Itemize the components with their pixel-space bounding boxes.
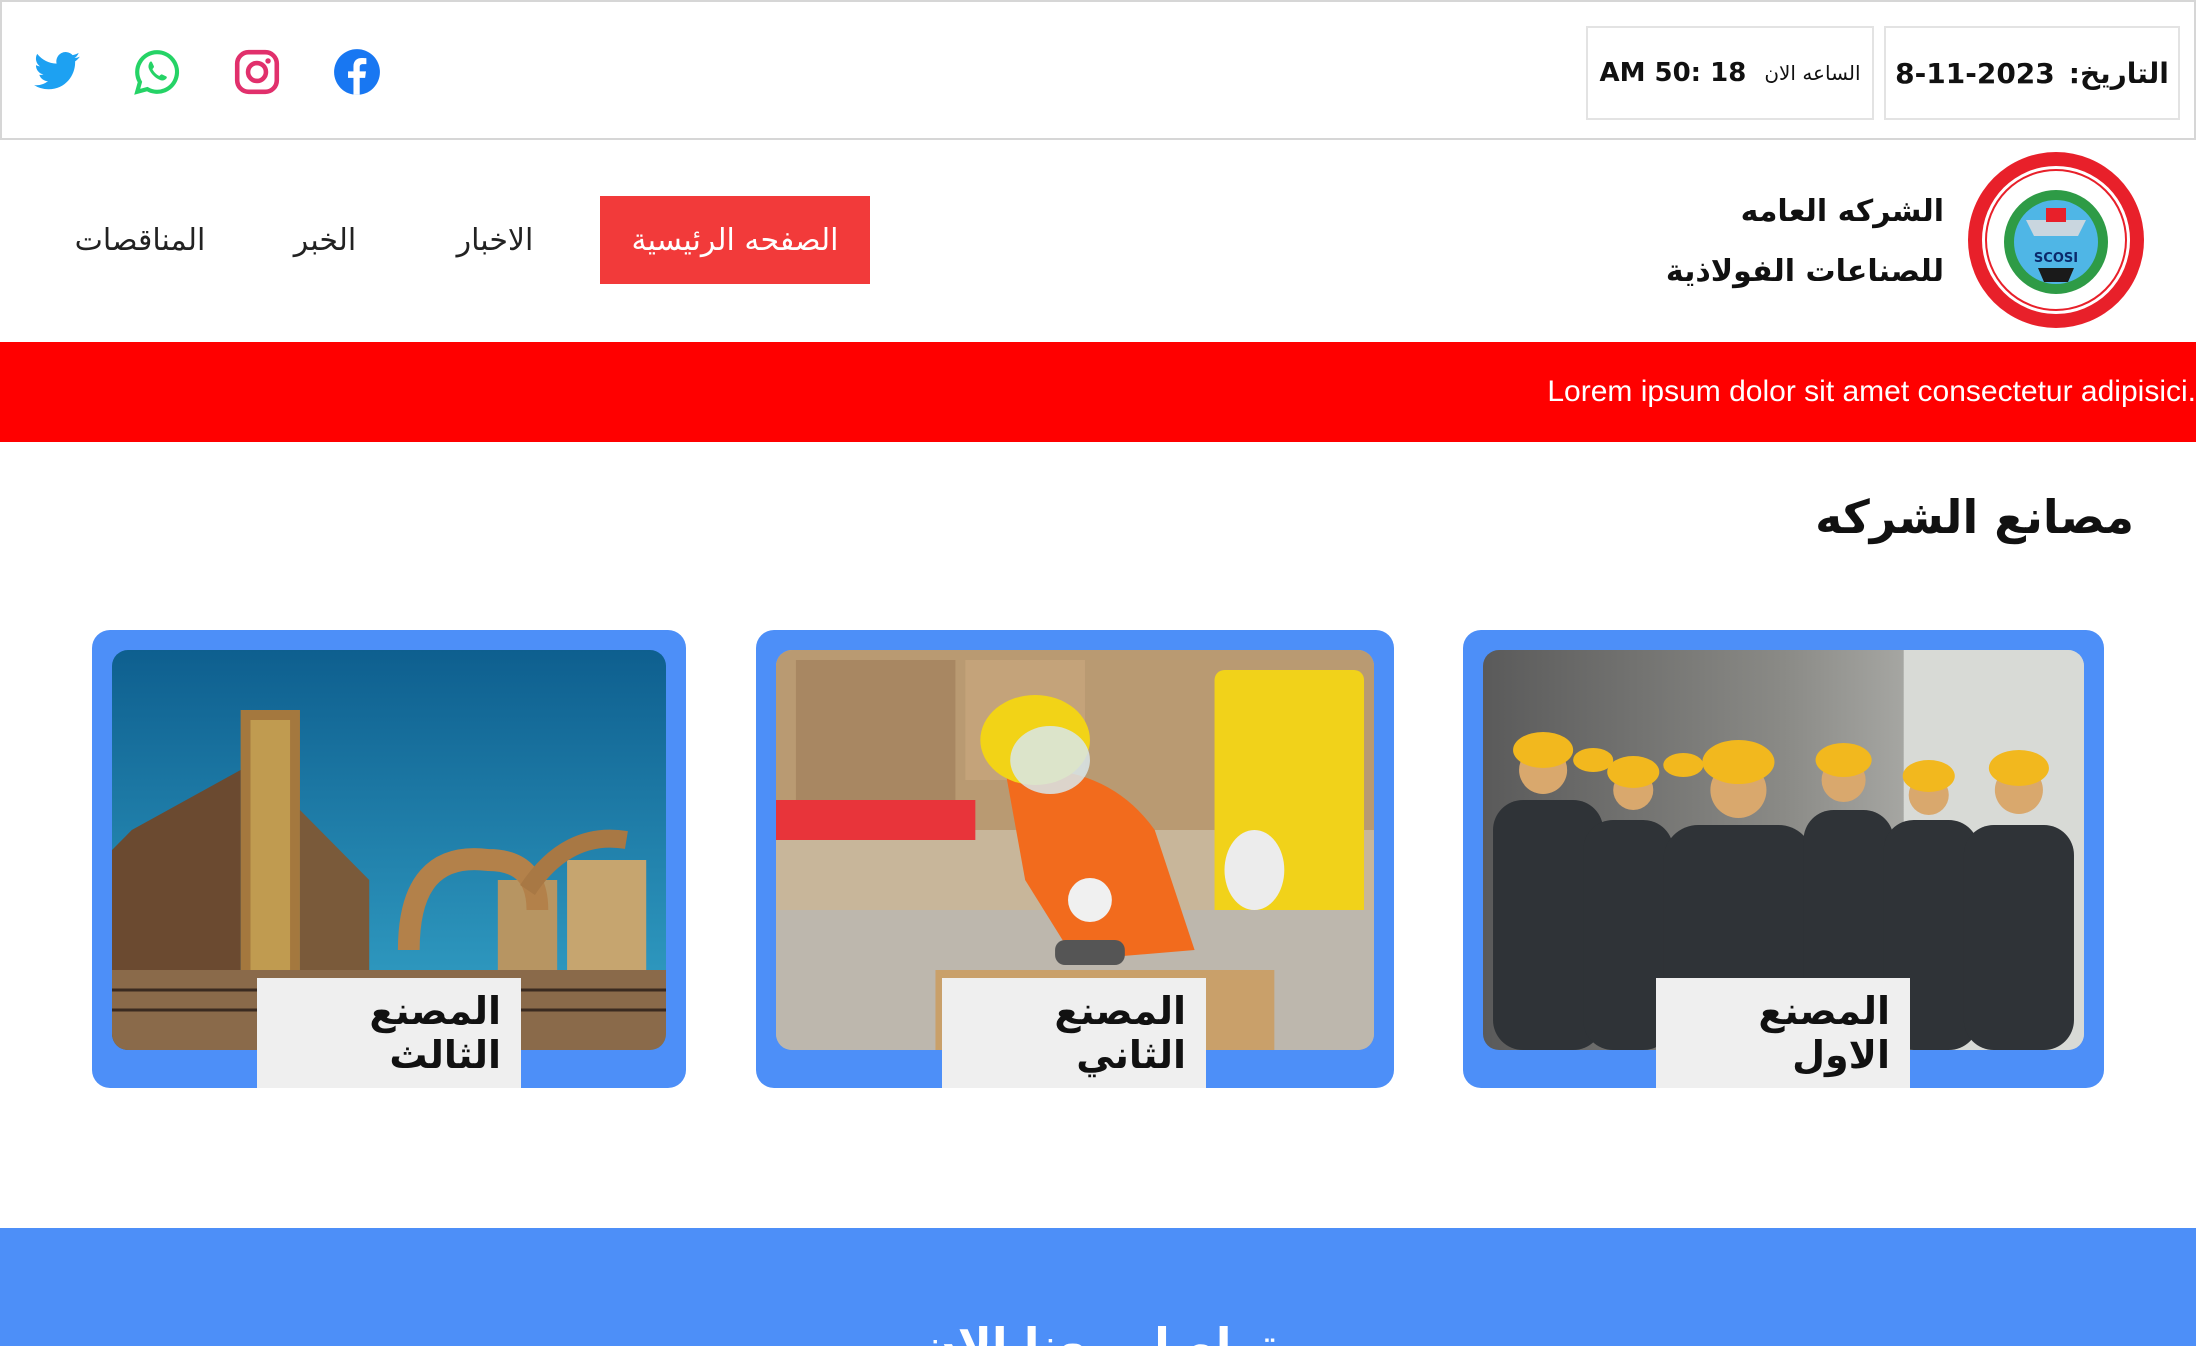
company-logo[interactable]: SCOSI — [1966, 150, 2146, 330]
date-box: التاريخ: 8-11-2023 — [1884, 26, 2180, 120]
logo-text: SCOSI — [2034, 251, 2078, 266]
time-value: AM 50: 18 — [1599, 58, 1747, 88]
top-bar: التاريخ: 8-11-2023 الساعه الان AM 50: 18 — [0, 0, 2196, 140]
factory-card-2[interactable]: المصنع الثاني — [756, 630, 1394, 1088]
social-links — [32, 42, 382, 102]
company-name: الشركه العامه للصناعات الفولاذية — [1666, 182, 1944, 302]
nav-tenders[interactable]: المناقصات — [60, 196, 220, 284]
ticker-text: .Lorem ipsum dolor sit amet consectetur … — [1547, 375, 2196, 408]
factory-3-label: المصنع الثالث — [257, 978, 521, 1088]
factory-1-label: المصنع الاول — [1656, 978, 1910, 1088]
whatsapp-link[interactable] — [132, 47, 182, 97]
main-nav: الصفحه الرئيسية الاخبار الخبر المناقصات — [60, 196, 870, 284]
instagram-icon — [234, 49, 280, 95]
twitter-icon — [34, 52, 80, 90]
contact-section: تواصل معنا الان — [0, 1228, 2196, 1346]
instagram-link[interactable] — [232, 47, 282, 97]
factory-2-label: المصنع الثاني — [942, 978, 1206, 1088]
logo-seal-icon: SCOSI — [1968, 152, 2144, 328]
nav-khabar[interactable]: الخبر — [270, 196, 380, 284]
site-header: SCOSI الشركه العامه للصناعات الفولاذية ا… — [0, 140, 2196, 342]
news-ticker: .Lorem ipsum dolor sit amet consectetur … — [0, 342, 2196, 442]
twitter-link[interactable] — [32, 47, 82, 97]
company-name-line2: للصناعات الفولاذية — [1665, 254, 1944, 289]
date-label: التاريخ: — [2068, 56, 2169, 90]
time-label: الساعه الان — [1764, 61, 1861, 85]
contact-title: تواصل معنا الان — [918, 1318, 1278, 1346]
nav-home[interactable]: الصفحه الرئيسية — [600, 196, 870, 284]
company-name-line1: الشركه العامه — [1740, 194, 1944, 229]
time-box: الساعه الان AM 50: 18 — [1586, 26, 1874, 120]
factory-card-3[interactable]: المصنع الثالث — [92, 630, 686, 1088]
nav-news[interactable]: الاخبار — [430, 196, 560, 284]
facebook-icon — [334, 49, 380, 95]
date-value: 8-11-2023 — [1895, 56, 2055, 90]
section-title: مصانع الشركه — [1815, 490, 2134, 544]
whatsapp-icon — [134, 50, 180, 95]
factory-card-1[interactable]: المصنع الاول — [1463, 630, 2104, 1088]
facebook-link[interactable] — [332, 47, 382, 97]
